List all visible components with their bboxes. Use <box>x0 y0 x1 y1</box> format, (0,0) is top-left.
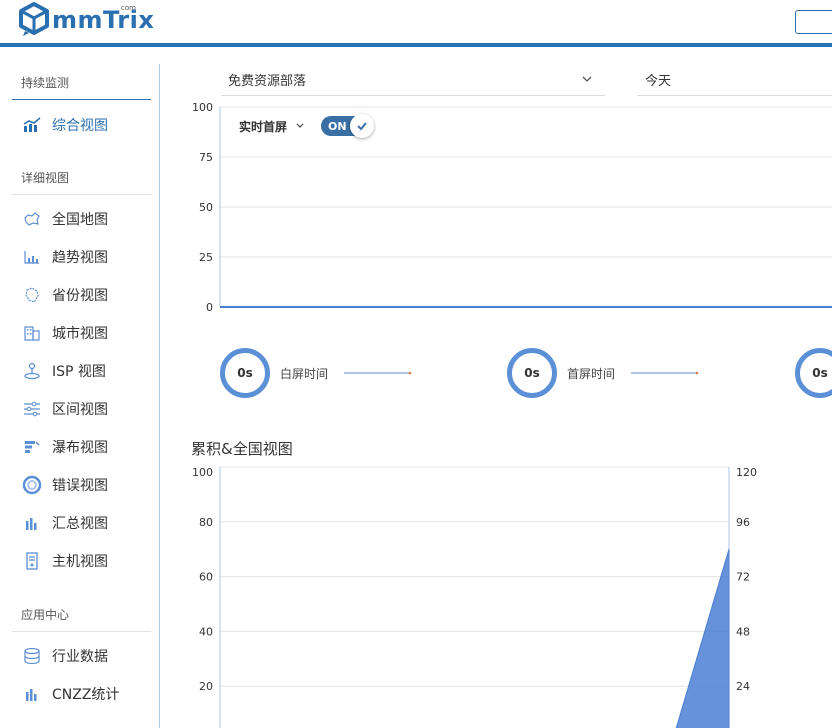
city-building-icon <box>22 323 42 343</box>
series-area <box>675 549 730 728</box>
y-tick-label: 100 <box>192 466 213 479</box>
sidebar-item-province[interactable]: 省份视图 <box>22 284 108 306</box>
y-tick-label: 40 <box>199 625 213 638</box>
sparkline <box>631 371 699 375</box>
realtime-control: 实时首屏 ON <box>239 114 375 138</box>
waterfall-icon <box>22 437 42 457</box>
y-right-tick-label: 120 <box>736 466 757 479</box>
metric-white-screen: 0s 白屏时间 <box>220 348 412 398</box>
y-tick-label: 75 <box>199 151 213 164</box>
sidebar-item-cnzz[interactable]: CNZZ统计 <box>22 683 119 705</box>
sidebar-item-host[interactable]: 主机视图 <box>22 550 108 572</box>
checkmark-icon <box>357 122 367 131</box>
sidebar-item-label: CNZZ统计 <box>52 687 120 703</box>
top-header: mmTrix com <box>0 0 832 43</box>
sidebar-section-divider <box>12 194 151 195</box>
header-accent-bar <box>0 43 832 47</box>
sidebar-item-label: 错误视图 <box>52 478 108 494</box>
y-tick-label: 60 <box>199 571 213 584</box>
header-button[interactable] <box>795 10 832 34</box>
realtime-label[interactable]: 实时首屏 <box>239 118 287 135</box>
y-tick-label: 0 <box>206 301 213 313</box>
sparkline <box>344 371 412 375</box>
sidebar-item-label: ISP 视图 <box>52 364 106 380</box>
metric-ring: 0s <box>795 348 832 398</box>
sidebar-item-label: 主机视图 <box>52 554 108 570</box>
sidebar-item-label: 区间视图 <box>52 402 108 418</box>
metric-label: 首屏时间 <box>567 366 616 381</box>
logo-text: mmTrix <box>52 6 155 34</box>
section-title: 累积&全国视图 <box>191 440 293 458</box>
project-select[interactable]: 免费资源部落 <box>221 64 605 96</box>
sidebar-item-summary[interactable]: 汇总视图 <box>22 512 108 534</box>
trend-icon <box>22 247 42 267</box>
y-tick-label: 100 <box>192 101 213 114</box>
sidebar-item-overview[interactable]: 综合视图 <box>22 114 108 136</box>
china-map-icon <box>22 209 42 229</box>
toggle-knob <box>350 114 375 138</box>
sidebar: 持续监测 综合视图 详细视图 全国地图 趋势视图 省份视图 城市视图 ISP 视… <box>0 64 160 728</box>
metric-first-screen: 0s 首屏时间 <box>507 348 699 398</box>
sidebar-section-title: 应用中心 <box>21 608 70 622</box>
y-right-tick-label: 96 <box>736 516 750 529</box>
y-tick-label: 50 <box>199 201 213 214</box>
sidebar-section-divider <box>12 631 151 632</box>
sidebar-item-label: 全国地图 <box>52 212 108 228</box>
sidebar-item-label: 省份视图 <box>52 288 108 304</box>
sidebar-item-label: 行业数据 <box>52 649 108 665</box>
metric-third: 0s <box>795 348 832 398</box>
province-icon <box>22 285 42 305</box>
sidebar-section-title: 详细视图 <box>21 171 70 185</box>
isp-tower-icon <box>22 361 42 381</box>
range-slider-icon <box>22 399 42 419</box>
cnzz-bars-icon <box>22 684 42 704</box>
y-right-tick-label: 48 <box>736 625 750 638</box>
toggle-on-label: ON <box>328 119 347 133</box>
realtime-toggle[interactable]: ON <box>321 114 375 138</box>
date-select-value: 今天 <box>645 74 672 89</box>
logo-com: com <box>121 4 136 12</box>
chevron-down-icon <box>582 76 592 82</box>
sidebar-item-label: 城市视图 <box>52 326 108 342</box>
database-icon <box>22 646 42 666</box>
y-right-tick-label: 72 <box>736 571 750 584</box>
cube-logo-icon <box>19 2 49 36</box>
cumulative-area-chart: 100 120 20 40 60 80 24 48 72 96 <box>192 466 757 728</box>
sidebar-item-label: 趋势视图 <box>52 250 108 266</box>
date-select[interactable]: 今天 <box>637 64 832 96</box>
sidebar-item-label: 汇总视图 <box>52 516 108 532</box>
project-select-value: 免费资源部落 <box>228 74 307 89</box>
y-tick-label: 80 <box>199 516 213 529</box>
sidebar-item-range[interactable]: 区间视图 <box>22 398 108 420</box>
summary-bars-icon <box>22 513 42 533</box>
metric-label: 白屏时间 <box>280 366 329 381</box>
y-tick-label: 25 <box>199 251 213 264</box>
trend-chart-icon <box>22 115 42 135</box>
sidebar-item-isp[interactable]: ISP 视图 <box>22 360 106 382</box>
chevron-down-icon[interactable] <box>295 121 305 131</box>
y-right-tick-label: 24 <box>736 680 750 693</box>
y-tick-label: 20 <box>199 680 213 693</box>
sidebar-item-city[interactable]: 城市视图 <box>22 322 108 344</box>
sidebar-item-industry[interactable]: 行业数据 <box>22 645 108 667</box>
sidebar-item-trend[interactable]: 趋势视图 <box>22 246 108 268</box>
sidebar-item-label: 瀑布视图 <box>52 440 108 456</box>
sidebar-item-error[interactable]: 错误视图 <box>22 474 108 496</box>
metric-ring: 0s <box>507 348 557 398</box>
sidebar-item-map[interactable]: 全国地图 <box>22 208 108 230</box>
sidebar-section-title: 持续监测 <box>21 76 70 90</box>
host-server-icon <box>22 551 42 571</box>
metric-ring: 0s <box>220 348 270 398</box>
error-ring-icon <box>22 475 42 495</box>
sidebar-item-label: 综合视图 <box>52 118 108 134</box>
sidebar-item-waterfall[interactable]: 瀑布视图 <box>22 436 108 458</box>
sidebar-section-underline <box>12 99 151 100</box>
